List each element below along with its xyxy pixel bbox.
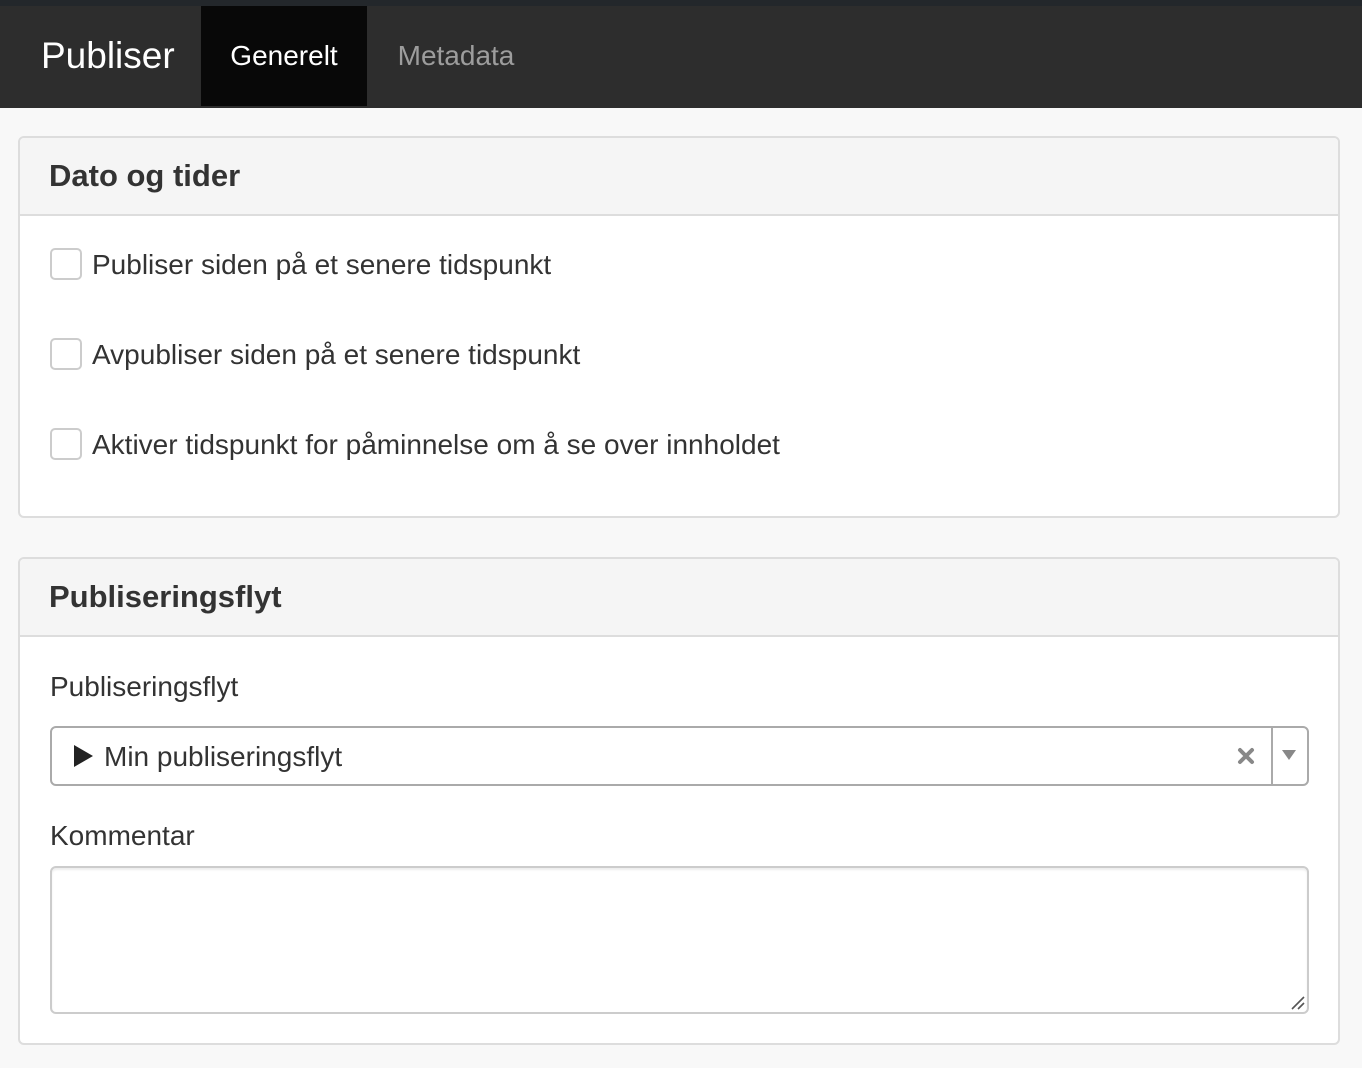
play-icon: [74, 745, 93, 767]
workflow-selected-value: Min publiseringsflyt: [104, 741, 343, 772]
dates-panel-heading: Dato og tider: [20, 138, 1338, 216]
publish-later-label[interactable]: Publiser siden på et senere tidspunkt: [92, 249, 551, 281]
workflow-select[interactable]: Min publiseringsflyt: [50, 726, 1309, 786]
review-reminder-label[interactable]: Aktiver tidspunkt for påminnelse om å se…: [92, 429, 780, 461]
tab-generelt[interactable]: Generelt: [201, 6, 367, 106]
clear-icon[interactable]: [1235, 745, 1257, 767]
app-title: Publiser: [41, 35, 175, 76]
publish-later-checkbox[interactable]: [50, 248, 82, 280]
tab-metadata[interactable]: Metadata: [367, 6, 545, 106]
comment-textarea[interactable]: [50, 866, 1309, 1014]
review-reminder-checkbox[interactable]: [50, 428, 82, 460]
dates-panel: Dato og tider Publiser siden på et sener…: [18, 136, 1340, 518]
top-navbar: Publiser Generelt Metadata: [0, 0, 1362, 108]
unpublish-later-checkbox[interactable]: [50, 338, 82, 370]
chevron-down-icon[interactable]: [1282, 750, 1296, 760]
dates-panel-title: Dato og tider: [49, 158, 241, 193]
workflow-panel-title: Publiseringsflyt: [49, 579, 282, 614]
select-divider: [1271, 728, 1273, 784]
workflow-panel: Publiseringsflyt Publiseringsflyt Min pu…: [18, 557, 1340, 1045]
unpublish-later-label[interactable]: Avpubliser siden på et senere tidspunkt: [92, 339, 580, 371]
workflow-field-label: Publiseringsflyt: [50, 671, 239, 702]
resize-handle-icon[interactable]: [1289, 994, 1305, 1010]
workflow-panel-heading: Publiseringsflyt: [20, 559, 1338, 637]
comment-field-label: Kommentar: [50, 820, 195, 851]
